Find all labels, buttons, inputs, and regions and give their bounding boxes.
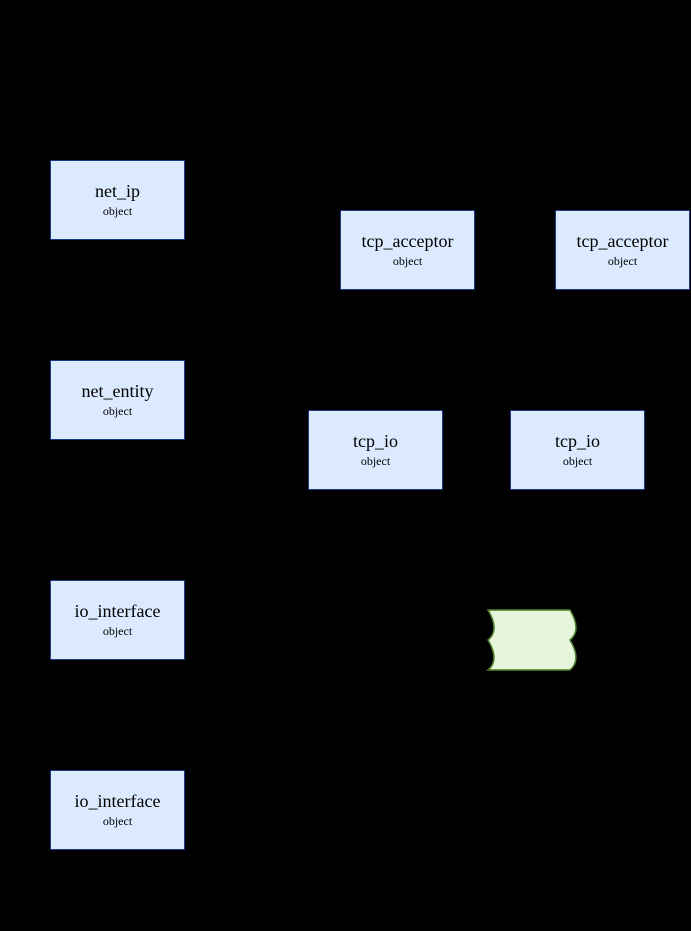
tcp-io-2-title: tcp_io (555, 431, 600, 453)
tcp-io-1-title: tcp_io (353, 431, 398, 453)
tcp-acceptor-1-subtitle: object (393, 254, 422, 269)
net-entity-subtitle: object (103, 404, 132, 419)
io-interface-1-box[interactable]: io_interface object (50, 580, 185, 660)
net-entity-title: net_entity (82, 381, 154, 403)
net-ip-title: net_ip (95, 181, 140, 203)
tcp-acceptor-2-title: tcp_acceptor (577, 231, 669, 253)
tcp-acceptor-2-box[interactable]: tcp_acceptor object (555, 210, 690, 290)
tcp-io-1-subtitle: object (361, 454, 390, 469)
io-interface-2-subtitle: object (103, 814, 132, 829)
queue-line1: Outbound (507, 623, 559, 640)
io-interface-2-title: io_interface (75, 791, 161, 813)
tcp-io-2-subtitle: object (563, 454, 592, 469)
io-interface-1-title: io_interface (75, 601, 161, 623)
io-interface-2-box[interactable]: io_interface object (50, 770, 185, 850)
net-ip-box[interactable]: net_ip object (50, 160, 185, 240)
outbound-queue[interactable]: Outbound Queue (488, 612, 578, 668)
tcp-acceptor-1-box[interactable]: tcp_acceptor object (340, 210, 475, 290)
io-interface-1-subtitle: object (103, 624, 132, 639)
tcp-acceptor-1-title: tcp_acceptor (362, 231, 454, 253)
tcp-io-1-box[interactable]: tcp_io object (308, 410, 443, 490)
net-ip-subtitle: object (103, 204, 132, 219)
queue-line2: Queue (516, 640, 550, 657)
tcp-io-2-box[interactable]: tcp_io object (510, 410, 645, 490)
tcp-acceptor-2-subtitle: object (608, 254, 637, 269)
net-entity-box[interactable]: net_entity object (50, 360, 185, 440)
